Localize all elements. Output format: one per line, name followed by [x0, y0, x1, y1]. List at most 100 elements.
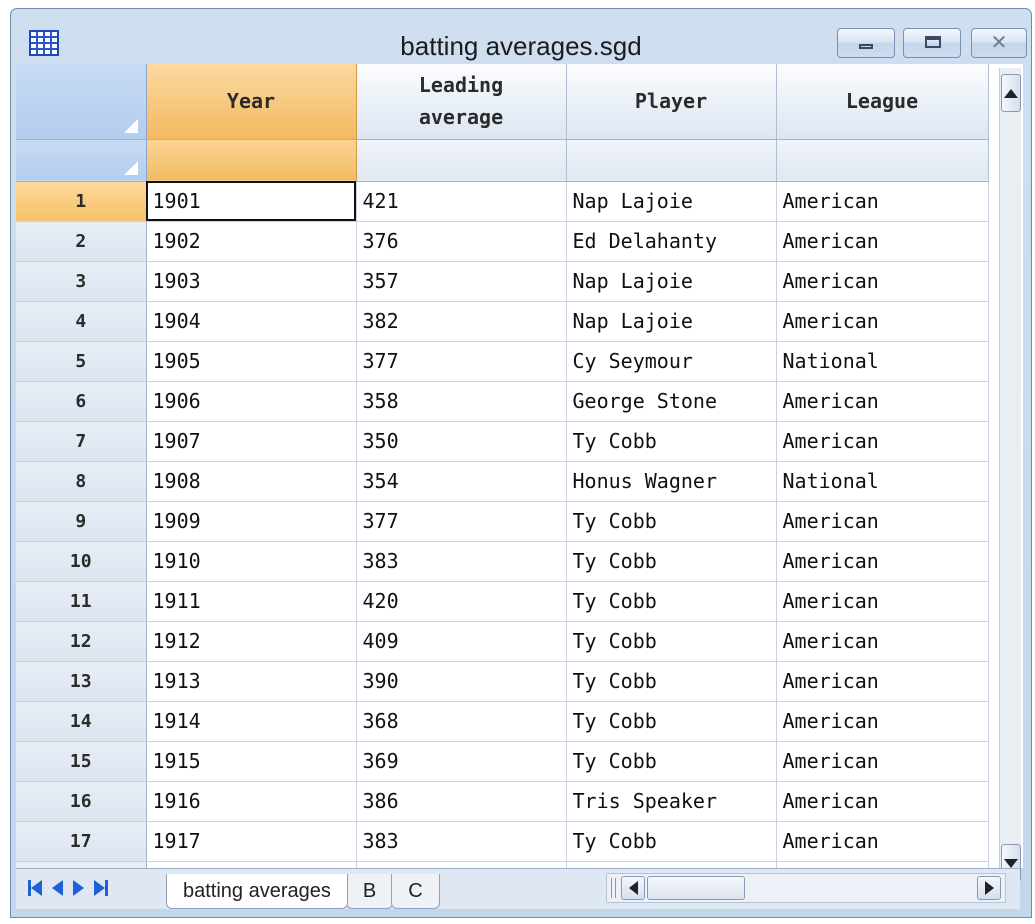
- cell-league[interactable]: National: [776, 341, 989, 382]
- row-header[interactable]: 9: [16, 501, 147, 542]
- select-all-corner[interactable]: [16, 64, 147, 140]
- cell-player[interactable]: Ed Delahanty: [566, 221, 777, 262]
- cell-leading-average[interactable]: 421: [356, 181, 567, 222]
- scroll-right-button[interactable]: [977, 876, 1001, 900]
- cell-player[interactable]: Tris Speaker: [566, 781, 777, 822]
- cell-year[interactable]: 1905: [146, 341, 357, 382]
- cell-year[interactable]: 1909: [146, 501, 357, 542]
- horizontal-scroll-thumb[interactable]: [647, 876, 745, 900]
- cell-league[interactable]: American: [776, 741, 989, 782]
- row-header[interactable]: 10: [16, 541, 147, 582]
- scroll-left-button[interactable]: [621, 876, 645, 900]
- cell-league[interactable]: National: [776, 461, 989, 502]
- column-header-year[interactable]: Year: [146, 64, 357, 140]
- row-header[interactable]: 7: [16, 421, 147, 462]
- cell-league[interactable]: American: [776, 301, 989, 342]
- cell-leading-average[interactable]: 383: [356, 541, 567, 582]
- cell-leading-average[interactable]: 354: [356, 461, 567, 502]
- sheet-tab-b[interactable]: B: [345, 874, 394, 909]
- cell-leading-average[interactable]: 390: [356, 661, 567, 702]
- subheader-year[interactable]: [146, 139, 357, 182]
- cell-leading-average[interactable]: 368: [356, 701, 567, 742]
- cell-leading-average[interactable]: 369: [356, 741, 567, 782]
- cell-leading-average[interactable]: 383: [356, 821, 567, 862]
- column-header-league[interactable]: League: [776, 64, 989, 140]
- cell-player[interactable]: Ty Cobb: [566, 701, 777, 742]
- cell-year[interactable]: 1917: [146, 821, 357, 862]
- cell-league[interactable]: American: [776, 421, 989, 462]
- row-header[interactable]: 13: [16, 661, 147, 702]
- cell-year[interactable]: 1907: [146, 421, 357, 462]
- cell-leading-average[interactable]: 357: [356, 261, 567, 302]
- row-header[interactable]: 14: [16, 701, 147, 742]
- row-header[interactable]: 11: [16, 581, 147, 622]
- row-header[interactable]: 2: [16, 221, 147, 262]
- cell-league[interactable]: American: [776, 661, 989, 702]
- close-button[interactable]: ✕: [971, 28, 1027, 58]
- cell-year[interactable]: 1915: [146, 741, 357, 782]
- cell-year[interactable]: 1913: [146, 661, 357, 702]
- cell-player[interactable]: Nap Lajoie: [566, 301, 777, 342]
- previous-sheet-button[interactable]: [52, 880, 63, 896]
- cell-year[interactable]: 1908: [146, 461, 357, 502]
- cell-player[interactable]: Ty Cobb: [566, 661, 777, 702]
- cell-leading-average[interactable]: 382: [356, 301, 567, 342]
- sheet-tab-c[interactable]: C: [391, 874, 440, 909]
- cell-year[interactable]: 1912: [146, 621, 357, 662]
- data-grid[interactable]: Year Leading average Player League 1 1901 4…: [16, 64, 1023, 868]
- cell-player[interactable]: Honus Wagner: [566, 461, 777, 502]
- cell-player[interactable]: Ty Cobb: [566, 741, 777, 782]
- subheader-corner[interactable]: [16, 139, 147, 182]
- horizontal-scrollbar[interactable]: [606, 873, 1006, 903]
- row-header[interactable]: 15: [16, 741, 147, 782]
- cell-league[interactable]: American: [776, 821, 989, 862]
- cell-player[interactable]: Ty Cobb: [566, 501, 777, 542]
- cell-year[interactable]: 1901: [146, 181, 357, 222]
- scroll-up-button[interactable]: [1001, 74, 1021, 112]
- cell-player[interactable]: [566, 861, 777, 868]
- cell-player[interactable]: Cy Seymour: [566, 341, 777, 382]
- cell-league[interactable]: American: [776, 781, 989, 822]
- row-header[interactable]: [16, 861, 147, 868]
- cell-player[interactable]: Ty Cobb: [566, 821, 777, 862]
- maximize-button[interactable]: [903, 28, 961, 58]
- cell-league[interactable]: [776, 861, 989, 868]
- cell-league[interactable]: American: [776, 221, 989, 262]
- cell-player[interactable]: Nap Lajoie: [566, 181, 777, 222]
- row-header[interactable]: 8: [16, 461, 147, 502]
- cell-player[interactable]: Ty Cobb: [566, 541, 777, 582]
- sheet-tab-batting-averages[interactable]: batting averages: [166, 874, 348, 909]
- cell-player[interactable]: Ty Cobb: [566, 621, 777, 662]
- cell-year[interactable]: 1906: [146, 381, 357, 422]
- column-header-leading-average[interactable]: Leading average: [356, 64, 567, 140]
- column-header-player[interactable]: Player: [566, 64, 777, 140]
- row-header[interactable]: 3: [16, 261, 147, 302]
- cell-year[interactable]: 1902: [146, 221, 357, 262]
- subheader-league[interactable]: [776, 139, 989, 182]
- row-header[interactable]: 6: [16, 381, 147, 422]
- row-header[interactable]: 16: [16, 781, 147, 822]
- cell-year[interactable]: 1910: [146, 541, 357, 582]
- cell-leading-average[interactable]: 377: [356, 501, 567, 542]
- cell-leading-average[interactable]: 376: [356, 221, 567, 262]
- cell-league[interactable]: American: [776, 581, 989, 622]
- cell-league[interactable]: American: [776, 181, 989, 222]
- cell-leading-average[interactable]: 386: [356, 781, 567, 822]
- cell-league[interactable]: American: [776, 501, 989, 542]
- row-header[interactable]: 17: [16, 821, 147, 862]
- last-sheet-button[interactable]: [94, 880, 108, 896]
- cell-year[interactable]: 1904: [146, 301, 357, 342]
- cell-leading-average[interactable]: 409: [356, 621, 567, 662]
- cell-leading-average[interactable]: 358: [356, 381, 567, 422]
- next-sheet-button[interactable]: [73, 880, 84, 896]
- subheader-leading-average[interactable]: [356, 139, 567, 182]
- first-sheet-button[interactable]: [28, 880, 42, 896]
- row-header[interactable]: 4: [16, 301, 147, 342]
- cell-year[interactable]: 1916: [146, 781, 357, 822]
- cell-league[interactable]: American: [776, 541, 989, 582]
- splitter-handle[interactable]: [611, 878, 616, 898]
- vertical-scrollbar[interactable]: [999, 68, 1021, 882]
- cell-year[interactable]: 1903: [146, 261, 357, 302]
- cell-leading-average[interactable]: [356, 861, 567, 868]
- cell-league[interactable]: American: [776, 621, 989, 662]
